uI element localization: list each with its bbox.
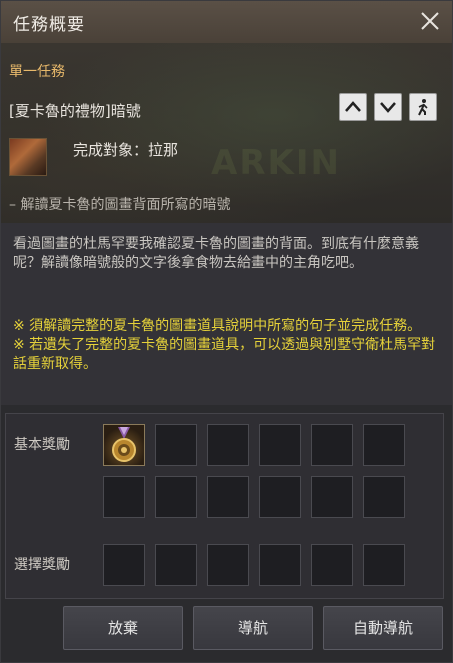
abandon-button[interactable]: 放棄 — [63, 606, 183, 650]
window-title: 任務概要 — [13, 15, 85, 35]
choice-reward-label: 選擇獎勵 — [14, 557, 70, 573]
medal-icon — [112, 427, 136, 462]
quest-summary-window: 任務概要 ARKIN 單一任務 [夏卡魯的禮物]暗號 完成對象：拉那 – 解讀夏… — [0, 0, 453, 663]
choice-reward-slot-6[interactable] — [363, 544, 405, 586]
basic-reward-slot-8[interactable] — [155, 476, 197, 518]
background-watermark: ARKIN — [211, 143, 341, 183]
basic-reward-label: 基本獎勵 — [14, 437, 70, 453]
basic-reward-slot-9[interactable] — [207, 476, 249, 518]
navigate-button[interactable]: 導航 — [193, 606, 313, 650]
basic-reward-slot-2[interactable] — [155, 424, 197, 466]
choice-reward-slot-3[interactable] — [207, 544, 249, 586]
auto-walk-button[interactable] — [409, 93, 437, 121]
target-label: 完成對象：拉那 — [73, 141, 179, 159]
quest-description: 看過圖畫的杜馬罕要我確認夏卡魯的圖畫的背面。到底有什麼意義呢？解讀像暗號般的文字… — [13, 236, 419, 271]
basic-reward-slot-6[interactable] — [363, 424, 405, 466]
choice-reward-slot-1[interactable] — [103, 544, 145, 586]
target-portrait — [9, 138, 47, 176]
basic-reward-slot-7[interactable] — [103, 476, 145, 518]
basic-reward-slot-12[interactable] — [363, 476, 405, 518]
quest-category: 單一任務 — [9, 64, 65, 80]
chevron-up-icon — [345, 101, 361, 112]
basic-reward-slot-4[interactable] — [259, 424, 301, 466]
quest-notes: ※ 須解讀完整的夏卡魯的圖畫道具說明中所寫的句子並完成任務。 ※ 若遺失了完整的… — [13, 317, 443, 374]
chevron-down-icon — [380, 102, 396, 113]
choice-reward-slot-5[interactable] — [311, 544, 353, 586]
close-button[interactable] — [418, 9, 442, 33]
quest-note-2: ※ 若遺失了完整的夏卡魯的圖畫道具，可以透過與別墅守衛杜馬罕對話重新取得。 — [13, 337, 436, 372]
basic-reward-slot-11[interactable] — [311, 476, 353, 518]
move-up-button[interactable] — [339, 93, 367, 121]
auto-navigate-button[interactable]: 自動導航 — [323, 606, 443, 650]
quest-note-1: ※ 須解讀完整的夏卡魯的圖畫道具說明中所寫的句子並完成任務。 — [13, 318, 422, 334]
close-icon — [421, 12, 439, 30]
walk-icon — [418, 99, 428, 116]
basic-reward-slot-5[interactable] — [311, 424, 353, 466]
quest-name: [夏卡魯的禮物]暗號 — [9, 102, 141, 120]
choice-reward-slot-2[interactable] — [155, 544, 197, 586]
quest-objective: – 解讀夏卡魯的圖畫背面所寫的暗號 — [9, 197, 231, 213]
title-bar[interactable]: 任務概要 — [1, 1, 452, 44]
basic-reward-slot-1[interactable] — [103, 424, 145, 466]
basic-reward-slot-10[interactable] — [259, 476, 301, 518]
basic-reward-slot-3[interactable] — [207, 424, 249, 466]
choice-reward-slot-4[interactable] — [259, 544, 301, 586]
rewards-panel: 基本獎勵 選擇獎勵 — [5, 413, 444, 599]
move-down-button[interactable] — [374, 93, 402, 121]
